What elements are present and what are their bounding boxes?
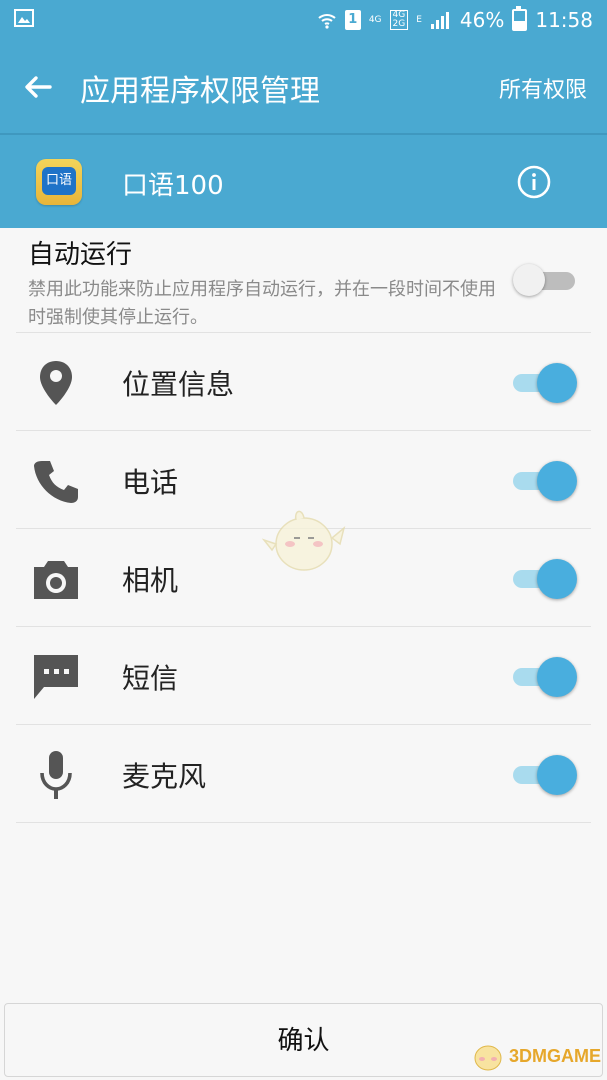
app-icon-label: 口语 bbox=[42, 167, 76, 195]
info-icon[interactable] bbox=[517, 165, 551, 199]
app-info-row: 口语 口语100 bbox=[0, 135, 607, 228]
phone-toggle[interactable] bbox=[513, 461, 577, 501]
app-name: 口语100 bbox=[122, 171, 224, 201]
toggle-knob bbox=[537, 559, 577, 599]
permission-label: 麦克风 bbox=[122, 760, 207, 793]
autorun-title: 自动运行 bbox=[28, 240, 133, 270]
battery-icon bbox=[512, 6, 528, 31]
page-title: 应用程序权限管理 bbox=[80, 74, 320, 109]
autorun-setting[interactable]: 自动运行 禁用此功能来防止应用程序自动运行，并在一段时间不使用时强制使其停止运行… bbox=[0, 228, 607, 332]
network-4g-label: 4G bbox=[368, 15, 382, 25]
autorun-toggle[interactable] bbox=[513, 264, 577, 296]
all-permissions-button[interactable]: 所有权限 bbox=[499, 72, 587, 104]
camera-toggle[interactable] bbox=[513, 559, 577, 599]
network-2g-bottom-label: 2G bbox=[392, 19, 406, 29]
toggle-knob bbox=[537, 461, 577, 501]
toggle-knob bbox=[537, 657, 577, 697]
sms-icon bbox=[34, 655, 78, 699]
chick-logo-icon bbox=[474, 1045, 502, 1071]
status-indicators: 1 4G 4G 2G E 46% 11:58 bbox=[317, 5, 593, 35]
image-notification-icon bbox=[14, 9, 34, 27]
permission-label: 短信 bbox=[122, 662, 179, 695]
wifi-icon bbox=[318, 14, 336, 29]
watermark-text: 3DMGAME bbox=[508, 1045, 601, 1066]
sms-toggle[interactable] bbox=[513, 657, 577, 697]
site-watermark: 3DMGAME bbox=[471, 1038, 601, 1074]
phone-icon bbox=[34, 461, 78, 503]
app-header: 应用程序权限管理 所有权限 bbox=[0, 40, 607, 133]
battery-percent: 46% bbox=[459, 8, 505, 32]
back-arrow-icon[interactable] bbox=[20, 69, 56, 105]
permission-item-microphone[interactable]: 麦克风 bbox=[16, 724, 591, 823]
permission-label: 位置信息 bbox=[122, 368, 235, 401]
camera-icon bbox=[34, 561, 78, 599]
autorun-description: 禁用此功能来防止应用程序自动运行，并在一段时间不使用时强制使其停止运行。 bbox=[28, 279, 496, 328]
location-toggle[interactable] bbox=[513, 363, 577, 403]
toggle-knob bbox=[537, 363, 577, 403]
battery-level-fill bbox=[514, 20, 526, 29]
toggle-knob bbox=[537, 755, 577, 795]
network-e-label: E bbox=[416, 15, 422, 25]
mascot-watermark-image bbox=[262, 510, 346, 571]
sim-slot-badge: 1 bbox=[344, 10, 361, 30]
clock-time: 11:58 bbox=[535, 8, 593, 32]
location-icon bbox=[40, 361, 72, 405]
signal-icon bbox=[430, 12, 449, 29]
microphone-toggle[interactable] bbox=[513, 755, 577, 795]
permission-item-sms[interactable]: 短信 bbox=[16, 626, 591, 724]
permission-label: 相机 bbox=[122, 564, 179, 597]
toggle-knob bbox=[513, 264, 545, 296]
permission-label: 电话 bbox=[122, 466, 179, 499]
microphone-icon bbox=[40, 751, 72, 799]
status-bar: 1 4G 4G 2G E 46% 11:58 bbox=[0, 0, 607, 40]
permission-item-location[interactable]: 位置信息 bbox=[16, 332, 591, 430]
app-icon: 口语 bbox=[36, 159, 82, 205]
network-4g-2g-indicator: 4G 2G bbox=[389, 10, 409, 30]
